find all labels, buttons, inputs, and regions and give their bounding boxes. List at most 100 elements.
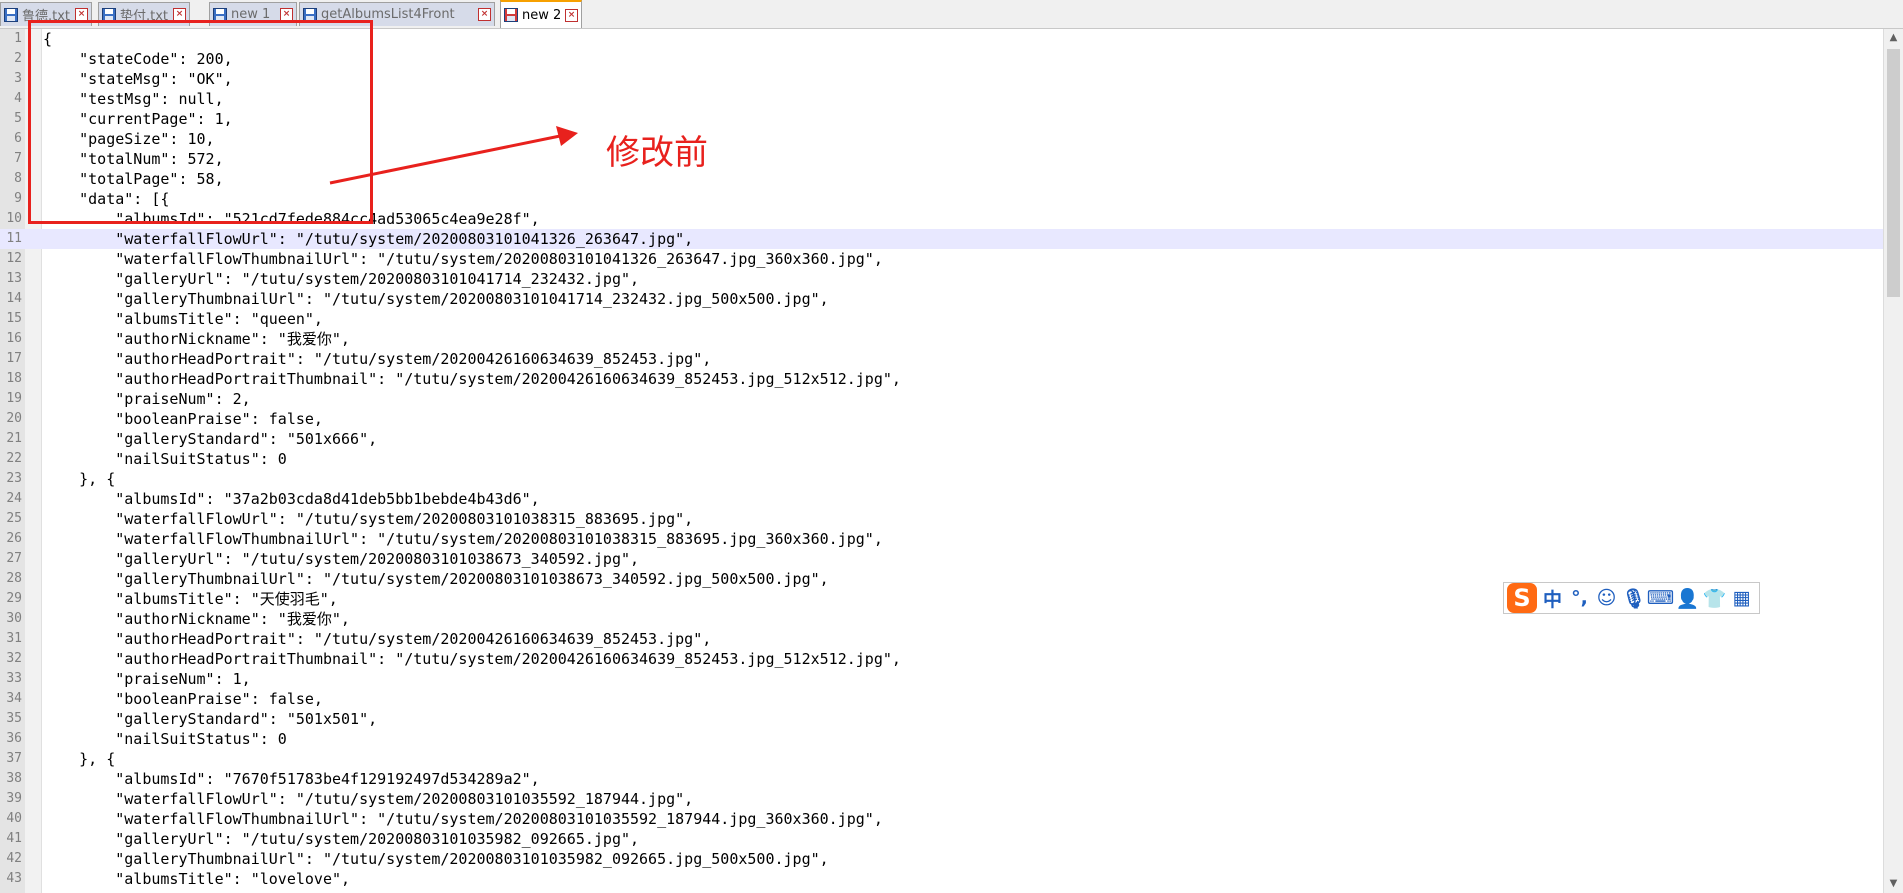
code-text[interactable]: "authorHeadPortraitThumbnail": "/tutu/sy… <box>43 369 901 389</box>
code-line[interactable]: 15 "albumsTitle": "queen", <box>0 309 1884 329</box>
code-line[interactable]: 35 "galleryStandard": "501x501", <box>0 709 1884 729</box>
code-text[interactable]: "authorHeadPortrait": "/tutu/system/2020… <box>43 349 711 369</box>
line-number: 31 <box>6 631 22 646</box>
code-text[interactable]: "praiseNum": 2, <box>43 389 250 409</box>
line-number: 26 <box>6 531 22 546</box>
code-text[interactable]: "authorNickname": "我爱你", <box>43 609 350 629</box>
keyboard-icon[interactable]: ⌨ <box>1647 585 1674 611</box>
punctuation-icon[interactable]: °, <box>1566 585 1593 611</box>
scroll-up-icon[interactable]: ▲ <box>1884 29 1903 47</box>
code-line[interactable]: 13 "galleryUrl": "/tutu/system/202008031… <box>0 269 1884 289</box>
line-number: 1 <box>14 31 22 46</box>
code-text[interactable]: "waterfallFlowThumbnailUrl": "/tutu/syst… <box>43 809 883 829</box>
code-line[interactable]: 32 "authorHeadPortraitThumbnail": "/tutu… <box>0 649 1884 669</box>
code-line[interactable]: 17 "authorHeadPortrait": "/tutu/system/2… <box>0 349 1884 369</box>
code-line[interactable]: 38 "albumsId": "7670f51783be4f129192497d… <box>0 769 1884 789</box>
line-number: 34 <box>6 691 22 706</box>
code-line[interactable]: 20 "booleanPraise": false, <box>0 409 1884 429</box>
code-line[interactable]: 31 "authorHeadPortrait": "/tutu/system/2… <box>0 629 1884 649</box>
line-number: 18 <box>6 371 22 386</box>
code-text[interactable]: "galleryStandard": "501x666", <box>43 429 377 449</box>
line-number: 42 <box>6 851 22 866</box>
code-line[interactable]: 25 "waterfallFlowUrl": "/tutu/system/202… <box>0 509 1884 529</box>
code-text[interactable]: "authorHeadPortraitThumbnail": "/tutu/sy… <box>43 649 901 669</box>
code-line[interactable]: 21 "galleryStandard": "501x666", <box>0 429 1884 449</box>
sogou-logo-icon[interactable]: S <box>1507 583 1537 613</box>
code-line[interactable]: 27 "galleryUrl": "/tutu/system/202008031… <box>0 549 1884 569</box>
code-line[interactable]: 18 "authorHeadPortraitThumbnail": "/tutu… <box>0 369 1884 389</box>
code-line[interactable]: 34 "booleanPraise": false, <box>0 689 1884 709</box>
scroll-down-icon[interactable]: ▼ <box>1884 875 1903 893</box>
line-number: 14 <box>6 291 22 306</box>
code-text[interactable]: "galleryThumbnailUrl": "/tutu/system/202… <box>43 849 828 869</box>
code-text[interactable]: "albumsId": "37a2b03cda8d41deb5bb1bebde4… <box>43 489 539 509</box>
code-line[interactable]: 36 "nailSuitStatus": 0 <box>0 729 1884 749</box>
code-line[interactable]: 41 "galleryUrl": "/tutu/system/202008031… <box>0 829 1884 849</box>
code-line[interactable]: 37 }, { <box>0 749 1884 769</box>
code-line[interactable]: 26 "waterfallFlowThumbnailUrl": "/tutu/s… <box>0 529 1884 549</box>
grid-icon[interactable]: ▦ <box>1728 585 1755 611</box>
code-line[interactable]: 39 "waterfallFlowUrl": "/tutu/system/202… <box>0 789 1884 809</box>
chinese-mode-icon[interactable]: 中 <box>1539 585 1566 611</box>
line-number: 33 <box>6 671 22 686</box>
line-number: 41 <box>6 831 22 846</box>
code-text[interactable]: "waterfallFlowUrl": "/tutu/system/202008… <box>43 789 693 809</box>
code-line[interactable]: 14 "galleryThumbnailUrl": "/tutu/system/… <box>0 289 1884 309</box>
code-line[interactable]: 42 "galleryThumbnailUrl": "/tutu/system/… <box>0 849 1884 869</box>
code-text[interactable]: "nailSuitStatus": 0 <box>43 729 287 749</box>
code-text[interactable]: "albumsTitle": "天使羽毛", <box>43 589 338 609</box>
code-text[interactable]: "galleryUrl": "/tutu/system/202008031010… <box>43 829 639 849</box>
code-text[interactable]: "galleryUrl": "/tutu/system/202008031010… <box>43 269 639 289</box>
code-text[interactable]: "waterfallFlowUrl": "/tutu/system/202008… <box>43 229 693 249</box>
line-number: 3 <box>14 71 22 86</box>
microphone-icon[interactable]: 🎙 <box>1620 585 1647 611</box>
code-line[interactable]: 23 }, { <box>0 469 1884 489</box>
code-text[interactable]: "waterfallFlowThumbnailUrl": "/tutu/syst… <box>43 529 883 549</box>
line-number: 16 <box>6 331 22 346</box>
user-icon[interactable]: 👤 <box>1674 585 1701 611</box>
code-line[interactable]: 16 "authorNickname": "我爱你", <box>0 329 1884 349</box>
code-line[interactable]: 40 "waterfallFlowThumbnailUrl": "/tutu/s… <box>0 809 1884 829</box>
code-line[interactable]: 22 "nailSuitStatus": 0 <box>0 449 1884 469</box>
code-line[interactable]: 12 "waterfallFlowThumbnailUrl": "/tutu/s… <box>0 249 1884 269</box>
code-text[interactable]: "authorNickname": "我爱你", <box>43 329 350 349</box>
code-line[interactable]: 33 "praiseNum": 1, <box>0 669 1884 689</box>
code-text[interactable]: "galleryThumbnailUrl": "/tutu/system/202… <box>43 289 828 309</box>
line-number: 7 <box>14 151 22 166</box>
line-number: 20 <box>6 411 22 426</box>
code-text[interactable]: "galleryThumbnailUrl": "/tutu/system/202… <box>43 569 828 589</box>
code-text[interactable]: "galleryUrl": "/tutu/system/202008031010… <box>43 549 639 569</box>
close-tab-icon[interactable]: × <box>565 8 578 22</box>
code-text[interactable]: "waterfallFlowUrl": "/tutu/system/202008… <box>43 509 693 529</box>
code-line[interactable]: 43 "albumsTitle": "lovelove", <box>0 869 1884 889</box>
line-number: 2 <box>14 51 22 66</box>
code-text[interactable]: "waterfallFlowThumbnailUrl": "/tutu/syst… <box>43 249 883 269</box>
code-line[interactable]: 24 "albumsId": "37a2b03cda8d41deb5bb1beb… <box>0 489 1884 509</box>
line-number: 9 <box>14 191 22 206</box>
code-text[interactable]: "albumsTitle": "queen", <box>43 309 323 329</box>
code-text[interactable]: }, { <box>43 749 115 769</box>
code-text[interactable]: "albumsId": "7670f51783be4f129192497d534… <box>43 769 539 789</box>
line-number: 15 <box>6 311 22 326</box>
shirt-icon[interactable]: 👕 <box>1701 585 1728 611</box>
emoji-icon[interactable]: ☺ <box>1593 585 1620 611</box>
code-text[interactable]: "booleanPraise": false, <box>43 689 323 709</box>
code-text[interactable]: "albumsTitle": "lovelove", <box>43 869 350 889</box>
code-line[interactable]: 11 "waterfallFlowUrl": "/tutu/system/202… <box>0 229 1884 249</box>
ime-toolbar[interactable]: S 中 °, ☺ 🎙 ⌨ 👤 👕 ▦ <box>1503 582 1760 614</box>
line-number: 22 <box>6 451 22 466</box>
code-text[interactable]: "authorHeadPortrait": "/tutu/system/2020… <box>43 629 711 649</box>
code-text[interactable]: "booleanPraise": false, <box>43 409 323 429</box>
floppy-disk-red-icon <box>504 8 518 22</box>
vertical-scrollbar[interactable]: ▲ ▼ <box>1883 29 1903 893</box>
code-line[interactable]: 19 "praiseNum": 2, <box>0 389 1884 409</box>
close-tab-icon[interactable]: × <box>478 8 491 21</box>
tab-5[interactable]: new 2 × <box>500 0 582 28</box>
line-number: 32 <box>6 651 22 666</box>
scrollbar-thumb[interactable] <box>1887 49 1900 297</box>
line-number: 11 <box>6 231 22 246</box>
code-text[interactable]: }, { <box>43 469 115 489</box>
code-text[interactable]: "nailSuitStatus": 0 <box>43 449 287 469</box>
code-text[interactable]: "galleryStandard": "501x501", <box>43 709 377 729</box>
code-text[interactable]: "praiseNum": 1, <box>43 669 250 689</box>
